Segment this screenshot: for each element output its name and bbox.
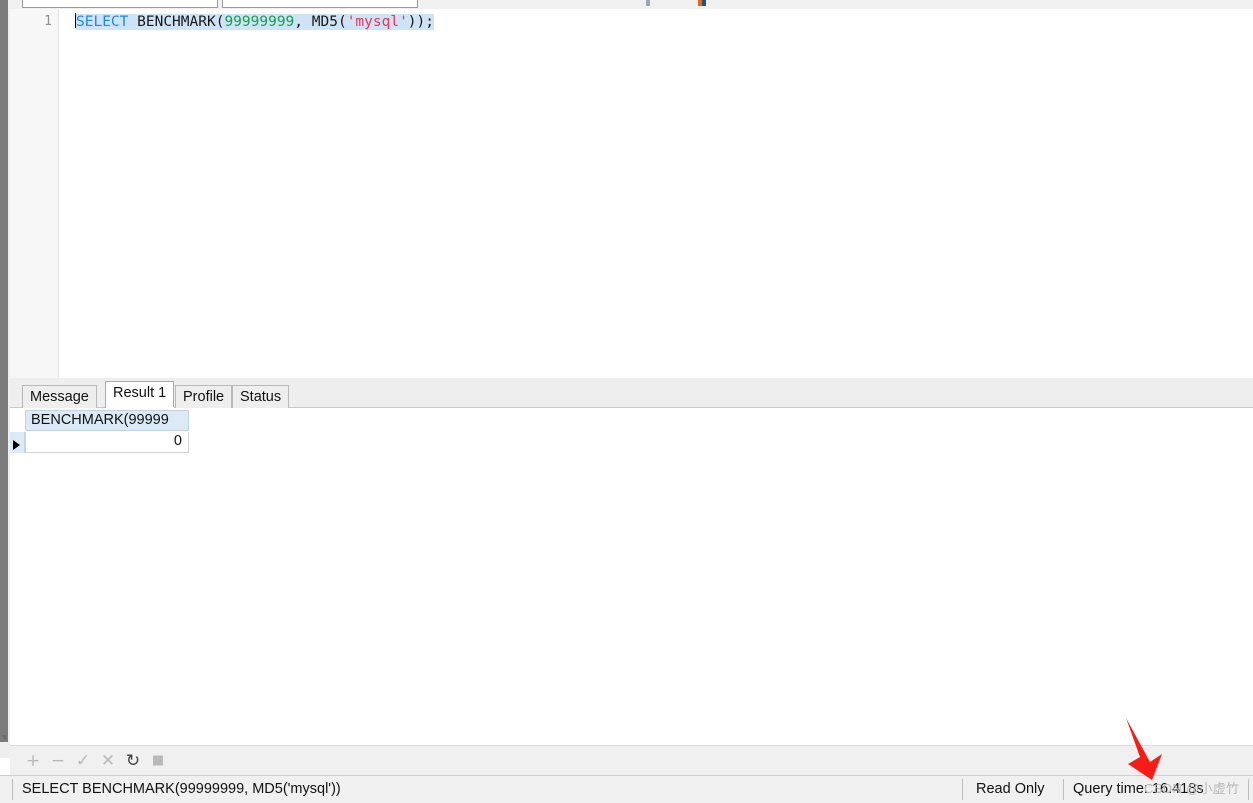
sql-comma: , (294, 14, 312, 30)
toolbar-combo-one[interactable] (22, 0, 218, 8)
top-toolbar (10, 0, 1253, 9)
status-query-time: Query time: 16.418s (1073, 781, 1204, 797)
toolbar-icon-fragment-c-icon (702, 0, 706, 6)
status-bar: SELECT BENCHMARK(99999999, MD5('mysql'))… (0, 775, 1253, 803)
status-divider-1 (962, 779, 963, 800)
refresh-button[interactable]: ↻ (124, 752, 142, 770)
status-query-text: SELECT BENCHMARK(99999999, MD5('mysql')) (22, 781, 341, 797)
results-tabbar: Message Result 1 Profile Status (10, 378, 1253, 409)
sql-paren-open-2: ( (337, 14, 347, 30)
grid-cell[interactable]: 0 (25, 432, 189, 453)
sql-semicolon: ; (425, 14, 434, 30)
app-window: 1 SELECT BENCHMARK(99999999, MD5('mysql'… (0, 0, 1253, 803)
remove-row-button[interactable]: − (49, 752, 67, 770)
line-number: 1 (44, 14, 52, 29)
sql-paren-close: )) (407, 14, 426, 30)
editor-gutter: 1 (10, 9, 59, 378)
scroll-down-arrow-icon[interactable] (1, 735, 6, 740)
results-panel: Message Result 1 Profile Status BENCHMAR… (10, 378, 1253, 745)
grid-toolbar: + − ✓ ✕ ↻ ■ (10, 745, 1253, 775)
tab-profile[interactable]: Profile (175, 385, 233, 408)
red-annotation-arrow (1126, 718, 1162, 780)
sql-keyword-select: SELECT (76, 14, 129, 30)
sql-editor[interactable]: 1 SELECT BENCHMARK(99999999, MD5('mysql'… (10, 9, 1253, 378)
row-indicator-column (10, 409, 25, 459)
stop-button[interactable]: ■ (149, 752, 167, 770)
tab-status[interactable]: Status (232, 385, 290, 408)
grid-column-header[interactable]: BENCHMARK(99999 (25, 410, 189, 431)
sql-number-literal: 99999999 (224, 14, 295, 30)
sql-string-literal: 'mysql' (346, 14, 408, 30)
sql-function-md5: MD5 (311, 14, 338, 30)
sql-statement-line: SELECT BENCHMARK(99999999, MD5('mysql'))… (75, 13, 434, 32)
left-edge-foot (0, 742, 10, 758)
tab-message[interactable]: Message (22, 385, 97, 408)
toolbar-combo-two[interactable] (222, 0, 418, 8)
left-window-edge (0, 0, 10, 758)
tab-result-1[interactable]: Result 1 (105, 381, 175, 408)
add-row-button[interactable]: + (24, 752, 42, 770)
apply-changes-button[interactable]: ✓ (74, 752, 92, 770)
left-edge-bar (0, 0, 8, 742)
sql-function-benchmark: BENCHMARK (137, 14, 216, 30)
active-tab-underlap (106, 407, 174, 409)
current-row-arrow-icon (13, 440, 20, 450)
editor-code-area[interactable]: SELECT BENCHMARK(99999999, MD5('mysql'))… (60, 9, 1253, 378)
sql-space (128, 14, 137, 30)
status-divider-0 (12, 779, 13, 800)
result-grid[interactable]: BENCHMARK(99999 0 (10, 409, 1253, 745)
status-read-only: Read Only (976, 781, 1045, 797)
toolbar-icon-fragment-a-icon (646, 0, 650, 6)
discard-changes-button[interactable]: ✕ (99, 752, 117, 770)
status-divider-3 (1248, 779, 1249, 800)
status-divider-2 (1063, 779, 1064, 800)
